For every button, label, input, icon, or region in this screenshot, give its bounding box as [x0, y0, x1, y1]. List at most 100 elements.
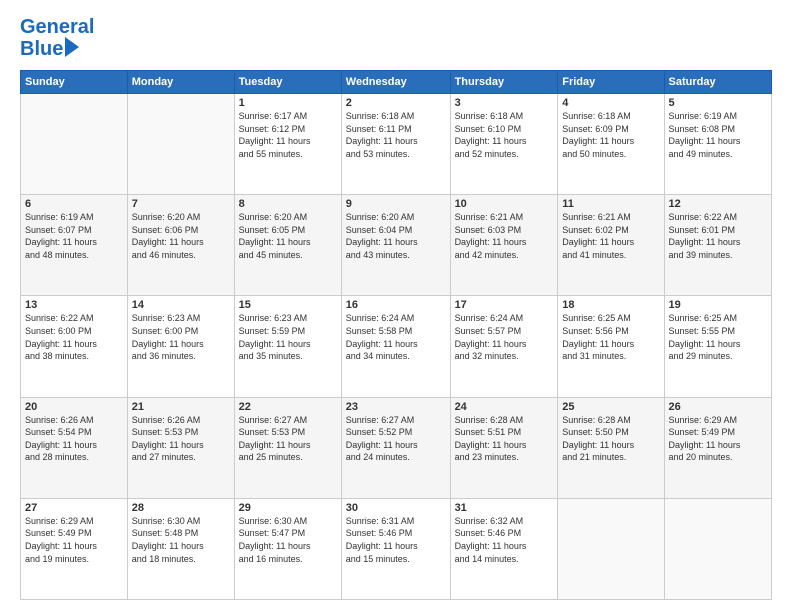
day-info: Sunrise: 6:27 AM Sunset: 5:53 PM Dayligh… [239, 414, 337, 464]
calendar-cell: 3Sunrise: 6:18 AM Sunset: 6:10 PM Daylig… [450, 94, 558, 195]
day-info: Sunrise: 6:23 AM Sunset: 6:00 PM Dayligh… [132, 312, 230, 362]
day-number: 25 [562, 401, 659, 413]
day-info: Sunrise: 6:29 AM Sunset: 5:49 PM Dayligh… [25, 515, 123, 565]
day-number: 22 [239, 401, 337, 413]
logo-blue: Blue [20, 38, 63, 60]
calendar-cell [21, 94, 128, 195]
calendar-cell: 18Sunrise: 6:25 AM Sunset: 5:56 PM Dayli… [558, 296, 664, 397]
day-info: Sunrise: 6:23 AM Sunset: 5:59 PM Dayligh… [239, 312, 337, 362]
calendar-cell: 6Sunrise: 6:19 AM Sunset: 6:07 PM Daylig… [21, 195, 128, 296]
day-number: 10 [455, 198, 554, 210]
day-number: 27 [25, 502, 123, 514]
calendar-cell: 5Sunrise: 6:19 AM Sunset: 6:08 PM Daylig… [664, 94, 771, 195]
weekday-header-tuesday: Tuesday [234, 71, 341, 94]
day-info: Sunrise: 6:30 AM Sunset: 5:48 PM Dayligh… [132, 515, 230, 565]
calendar-cell: 27Sunrise: 6:29 AM Sunset: 5:49 PM Dayli… [21, 498, 128, 599]
calendar-week-5: 27Sunrise: 6:29 AM Sunset: 5:49 PM Dayli… [21, 498, 772, 599]
day-number: 12 [669, 198, 767, 210]
calendar-cell: 31Sunrise: 6:32 AM Sunset: 5:46 PM Dayli… [450, 498, 558, 599]
logo-arrow-icon [65, 37, 79, 57]
day-number: 2 [346, 97, 446, 109]
day-info: Sunrise: 6:20 AM Sunset: 6:06 PM Dayligh… [132, 211, 230, 261]
day-info: Sunrise: 6:19 AM Sunset: 6:07 PM Dayligh… [25, 211, 123, 261]
day-info: Sunrise: 6:19 AM Sunset: 6:08 PM Dayligh… [669, 110, 767, 160]
day-info: Sunrise: 6:18 AM Sunset: 6:10 PM Dayligh… [455, 110, 554, 160]
day-info: Sunrise: 6:21 AM Sunset: 6:02 PM Dayligh… [562, 211, 659, 261]
page: General Blue SundayMondayTuesdayWednesda… [0, 0, 792, 612]
day-number: 15 [239, 299, 337, 311]
day-info: Sunrise: 6:31 AM Sunset: 5:46 PM Dayligh… [346, 515, 446, 565]
day-number: 30 [346, 502, 446, 514]
day-number: 1 [239, 97, 337, 109]
day-number: 29 [239, 502, 337, 514]
calendar-cell: 16Sunrise: 6:24 AM Sunset: 5:58 PM Dayli… [341, 296, 450, 397]
calendar-cell: 12Sunrise: 6:22 AM Sunset: 6:01 PM Dayli… [664, 195, 771, 296]
day-info: Sunrise: 6:28 AM Sunset: 5:50 PM Dayligh… [562, 414, 659, 464]
calendar-cell: 24Sunrise: 6:28 AM Sunset: 5:51 PM Dayli… [450, 397, 558, 498]
calendar-cell: 28Sunrise: 6:30 AM Sunset: 5:48 PM Dayli… [127, 498, 234, 599]
day-number: 7 [132, 198, 230, 210]
calendar-cell: 8Sunrise: 6:20 AM Sunset: 6:05 PM Daylig… [234, 195, 341, 296]
day-info: Sunrise: 6:18 AM Sunset: 6:09 PM Dayligh… [562, 110, 659, 160]
day-number: 11 [562, 198, 659, 210]
calendar-cell: 19Sunrise: 6:25 AM Sunset: 5:55 PM Dayli… [664, 296, 771, 397]
day-info: Sunrise: 6:27 AM Sunset: 5:52 PM Dayligh… [346, 414, 446, 464]
calendar-cell: 21Sunrise: 6:26 AM Sunset: 5:53 PM Dayli… [127, 397, 234, 498]
day-number: 28 [132, 502, 230, 514]
day-number: 20 [25, 401, 123, 413]
header: General Blue [20, 16, 772, 60]
day-info: Sunrise: 6:18 AM Sunset: 6:11 PM Dayligh… [346, 110, 446, 160]
weekday-header-friday: Friday [558, 71, 664, 94]
calendar-cell: 10Sunrise: 6:21 AM Sunset: 6:03 PM Dayli… [450, 195, 558, 296]
calendar-cell: 14Sunrise: 6:23 AM Sunset: 6:00 PM Dayli… [127, 296, 234, 397]
calendar-cell: 2Sunrise: 6:18 AM Sunset: 6:11 PM Daylig… [341, 94, 450, 195]
day-info: Sunrise: 6:32 AM Sunset: 5:46 PM Dayligh… [455, 515, 554, 565]
day-info: Sunrise: 6:24 AM Sunset: 5:58 PM Dayligh… [346, 312, 446, 362]
calendar-cell: 1Sunrise: 6:17 AM Sunset: 6:12 PM Daylig… [234, 94, 341, 195]
calendar-cell: 30Sunrise: 6:31 AM Sunset: 5:46 PM Dayli… [341, 498, 450, 599]
day-number: 8 [239, 198, 337, 210]
calendar-cell: 25Sunrise: 6:28 AM Sunset: 5:50 PM Dayli… [558, 397, 664, 498]
calendar-cell: 17Sunrise: 6:24 AM Sunset: 5:57 PM Dayli… [450, 296, 558, 397]
logo: General Blue [20, 16, 94, 60]
calendar-cell: 23Sunrise: 6:27 AM Sunset: 5:52 PM Dayli… [341, 397, 450, 498]
day-info: Sunrise: 6:24 AM Sunset: 5:57 PM Dayligh… [455, 312, 554, 362]
calendar-cell: 7Sunrise: 6:20 AM Sunset: 6:06 PM Daylig… [127, 195, 234, 296]
day-info: Sunrise: 6:17 AM Sunset: 6:12 PM Dayligh… [239, 110, 337, 160]
calendar-cell: 9Sunrise: 6:20 AM Sunset: 6:04 PM Daylig… [341, 195, 450, 296]
day-number: 3 [455, 97, 554, 109]
calendar-cell [558, 498, 664, 599]
day-info: Sunrise: 6:30 AM Sunset: 5:47 PM Dayligh… [239, 515, 337, 565]
day-info: Sunrise: 6:26 AM Sunset: 5:54 PM Dayligh… [25, 414, 123, 464]
calendar-cell: 29Sunrise: 6:30 AM Sunset: 5:47 PM Dayli… [234, 498, 341, 599]
calendar-cell: 11Sunrise: 6:21 AM Sunset: 6:02 PM Dayli… [558, 195, 664, 296]
calendar-table: SundayMondayTuesdayWednesdayThursdayFrid… [20, 70, 772, 600]
day-number: 18 [562, 299, 659, 311]
calendar-cell: 26Sunrise: 6:29 AM Sunset: 5:49 PM Dayli… [664, 397, 771, 498]
day-number: 31 [455, 502, 554, 514]
calendar-cell: 15Sunrise: 6:23 AM Sunset: 5:59 PM Dayli… [234, 296, 341, 397]
day-number: 17 [455, 299, 554, 311]
day-number: 9 [346, 198, 446, 210]
day-info: Sunrise: 6:29 AM Sunset: 5:49 PM Dayligh… [669, 414, 767, 464]
calendar-cell [127, 94, 234, 195]
weekday-header-row: SundayMondayTuesdayWednesdayThursdayFrid… [21, 71, 772, 94]
day-number: 19 [669, 299, 767, 311]
day-info: Sunrise: 6:25 AM Sunset: 5:55 PM Dayligh… [669, 312, 767, 362]
weekday-header-thursday: Thursday [450, 71, 558, 94]
day-number: 5 [669, 97, 767, 109]
weekday-header-sunday: Sunday [21, 71, 128, 94]
day-info: Sunrise: 6:20 AM Sunset: 6:04 PM Dayligh… [346, 211, 446, 261]
calendar-week-3: 13Sunrise: 6:22 AM Sunset: 6:00 PM Dayli… [21, 296, 772, 397]
calendar-cell: 4Sunrise: 6:18 AM Sunset: 6:09 PM Daylig… [558, 94, 664, 195]
calendar-cell [664, 498, 771, 599]
day-info: Sunrise: 6:22 AM Sunset: 6:01 PM Dayligh… [669, 211, 767, 261]
calendar-cell: 13Sunrise: 6:22 AM Sunset: 6:00 PM Dayli… [21, 296, 128, 397]
day-number: 23 [346, 401, 446, 413]
calendar-week-4: 20Sunrise: 6:26 AM Sunset: 5:54 PM Dayli… [21, 397, 772, 498]
day-number: 26 [669, 401, 767, 413]
day-info: Sunrise: 6:20 AM Sunset: 6:05 PM Dayligh… [239, 211, 337, 261]
day-number: 21 [132, 401, 230, 413]
day-number: 4 [562, 97, 659, 109]
day-number: 13 [25, 299, 123, 311]
